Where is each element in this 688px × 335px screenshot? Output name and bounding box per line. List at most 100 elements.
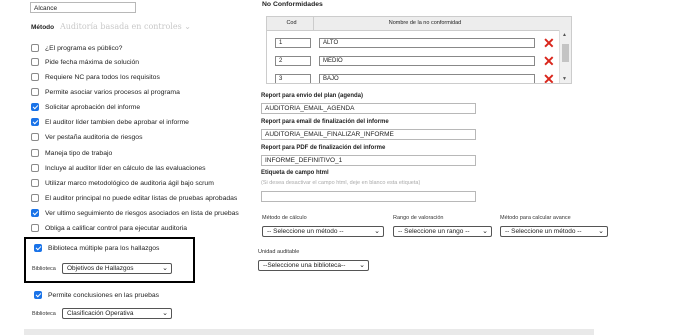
chevron-down-icon: ⌄ <box>162 265 168 272</box>
close-icon[interactable]: ✕ <box>543 36 555 50</box>
close-icon[interactable]: ✕ <box>543 54 555 68</box>
metodo-select[interactable]: Auditoría basada en controles ⌄ <box>60 22 191 31</box>
checkbox-label: Biblioteca múltiple para los hallazgos <box>48 244 160 252</box>
checkbox-pestana-riesgos[interactable]: Ver pestaña auditoria de riesgos <box>31 132 143 142</box>
checkbox-box[interactable] <box>31 224 39 232</box>
chevron-down-icon: ⌄ <box>598 228 604 235</box>
biblioteca-select[interactable]: Objetivos de Hallazgos ⌄ <box>62 263 172 274</box>
checkbox-auditor-evaluaciones[interactable]: Incluye al auditor líder en cálculo de l… <box>31 163 206 173</box>
checkbox-box[interactable] <box>31 88 39 96</box>
checkbox-requiere-nc[interactable]: Requiere NC para todos los requisitos <box>31 72 160 82</box>
chevron-down-icon: ⌄ <box>184 22 191 31</box>
checkbox-programa-publico[interactable]: ¿El programa es público? <box>31 43 122 53</box>
checkbox-calificar-control[interactable]: Obliga a calificar control para ejecutar… <box>31 223 187 233</box>
nc-nombre-input[interactable]: ALTO <box>319 38 535 48</box>
biblioteca2-select[interactable]: Clasificación Operativa ⌄ <box>62 308 172 319</box>
checkbox-box[interactable] <box>31 149 39 157</box>
chevron-down-icon: ⌄ <box>374 228 380 235</box>
pdf-input[interactable]: INFORME_DEFINITIVO_1 <box>261 155 476 166</box>
checkbox-box[interactable] <box>31 73 39 81</box>
nc-cod-input[interactable]: 3 <box>275 74 311 83</box>
etiqueta-label: Etiqueta de campo html <box>261 170 329 176</box>
checkbox-scrum[interactable]: Utilizar marco metodológico de auditoria… <box>31 178 214 188</box>
checkbox-label: Ver ultimo seguimiento de riesgos asocia… <box>45 209 239 217</box>
unidad-select[interactable]: --Seleccione una biblioteca-- ⌄ <box>258 260 369 271</box>
nc-table: Cod Nombre de la no conformidad 1 ALTO ✕… <box>266 16 572 84</box>
nc-header-nombre: Nombre de la no conformidad <box>388 20 462 26</box>
checkbox-box[interactable] <box>31 44 39 52</box>
metodo-select-value: Auditoría basada en controles <box>60 22 182 31</box>
checkbox-box[interactable] <box>31 194 39 202</box>
checkbox-box[interactable] <box>31 118 39 126</box>
chevron-down-icon: ⌄ <box>359 262 365 269</box>
finalizacion-input[interactable]: AUDITORIA_EMAIL_FINALIZAR_INFORME <box>261 129 476 140</box>
biblioteca-select-value: Objetivos de Hallazgos <box>67 265 134 272</box>
chevron-down-icon: ⌄ <box>482 228 488 235</box>
biblioteca-label: Biblioteca <box>32 266 56 272</box>
avance-select[interactable]: -- Seleccione un método -- ⌄ <box>500 226 608 237</box>
nc-cod-input[interactable]: 2 <box>275 56 311 66</box>
metodo-label: Método <box>31 24 55 31</box>
checkbox-label: Permite conclusiones en las pruebas <box>48 291 160 299</box>
nc-nombre-input[interactable]: MEDIO <box>319 56 535 66</box>
envio-input[interactable]: AUDITORIA_EMAIL_AGENDA <box>261 103 476 114</box>
checkbox-box[interactable] <box>31 58 39 66</box>
checkbox-no-editar-pruebas[interactable]: El auditor principal no puede editar lis… <box>31 193 237 203</box>
checkbox-label: Solicitar aprobación del informe <box>45 103 141 111</box>
biblioteca2-select-value: Clasificación Operativa <box>67 310 134 317</box>
rango-select[interactable]: -- Seleccione un rango -- ⌄ <box>393 226 492 237</box>
checkbox-label: Pide fecha máxima de solución <box>45 58 140 66</box>
checkbox-label: Obliga a calificar control para ejecutar… <box>45 224 188 232</box>
checkbox-box[interactable] <box>34 244 42 252</box>
pdf-label: Report para PDF de finalización del info… <box>261 145 386 151</box>
checkbox-varios-procesos[interactable]: Permite asociar varios procesos al progr… <box>31 87 180 97</box>
scroll-thumb[interactable] <box>562 44 569 62</box>
chevron-down-icon: ⌄ <box>162 310 168 317</box>
avance-label: Método para calcular avance <box>500 215 571 221</box>
checkbox-box[interactable] <box>31 179 39 187</box>
checkbox-biblioteca-multiple[interactable]: Biblioteca múltiple para los hallazgos <box>34 243 159 253</box>
nc-cod-input[interactable]: 1 <box>275 38 311 48</box>
checkbox-solicitar-aprobacion[interactable]: Solicitar aprobación del informe <box>31 102 140 112</box>
etiqueta-hint: (Si desea desactivar el campo html, deje… <box>261 180 421 186</box>
checkbox-seguimiento-riesgos[interactable]: Ver ultimo seguimiento de riesgos asocia… <box>31 208 239 218</box>
rango-value: -- Seleccione un rango -- <box>398 228 470 235</box>
alcance-input[interactable]: Alcance <box>30 2 136 13</box>
checkbox-fecha-maxima[interactable]: Pide fecha máxima de solución <box>31 57 139 67</box>
nc-nombre-input[interactable]: BAJO <box>319 74 535 83</box>
checkbox-label: Utilizar marco metodológico de auditoria… <box>45 179 214 187</box>
nc-table-header: Cod Nombre de la no conformidad <box>267 17 571 31</box>
checkbox-label: El auditor principal no puede editar lis… <box>45 194 238 202</box>
finalizacion-label: Report para email de finalización del in… <box>261 119 389 125</box>
checkbox-label: Ver pestaña auditoria de riesgos <box>45 133 143 141</box>
metodo-calculo-label: Método de cálculo <box>262 215 307 221</box>
footer-bar <box>24 329 594 335</box>
checkbox-box[interactable] <box>31 103 39 111</box>
checkbox-tipo-trabajo[interactable]: Maneja tipo de trabajo <box>31 148 112 158</box>
metodo-calculo-value: -- Seleccione un método -- <box>267 228 344 235</box>
checkbox-label: ¿El programa es público? <box>45 44 123 52</box>
rango-label: Rango de valoración <box>393 215 444 221</box>
metodo-calculo-select[interactable]: -- Seleccione un método -- ⌄ <box>262 226 384 237</box>
checkbox-label: Incluye al auditor líder en cálculo de l… <box>45 164 206 172</box>
etiqueta-input[interactable] <box>261 191 476 202</box>
close-icon[interactable]: ✕ <box>543 72 555 83</box>
checkbox-box[interactable] <box>31 209 39 217</box>
scroll-up-icon[interactable]: ▲ <box>562 32 567 38</box>
unidad-label: Unidad auditable <box>258 249 300 255</box>
checkbox-box[interactable] <box>34 291 42 299</box>
nc-scrollbar[interactable]: ▲ ▼ <box>559 30 571 83</box>
scroll-down-icon[interactable]: ▼ <box>562 76 567 82</box>
checkbox-auditor-lider-aprueba[interactable]: El auditor líder tambien debe aprobar el… <box>31 117 189 127</box>
nc-header-cod: Cod <box>270 17 314 30</box>
avance-value: -- Seleccione un método -- <box>505 228 582 235</box>
checkbox-label: El auditor líder tambien debe aprobar el… <box>45 118 189 126</box>
checkbox-conclusiones[interactable]: Permite conclusiones en las pruebas <box>34 290 159 300</box>
checkbox-label: Permite asociar varios procesos al progr… <box>45 88 180 96</box>
checkbox-label: Maneja tipo de trabajo <box>45 149 113 157</box>
checkbox-box[interactable] <box>31 133 39 141</box>
biblioteca2-label: Biblioteca <box>32 311 56 317</box>
checkbox-box[interactable] <box>31 164 39 172</box>
unidad-value: --Seleccione una biblioteca-- <box>263 262 346 269</box>
nc-title: No Conformidades <box>262 1 323 8</box>
